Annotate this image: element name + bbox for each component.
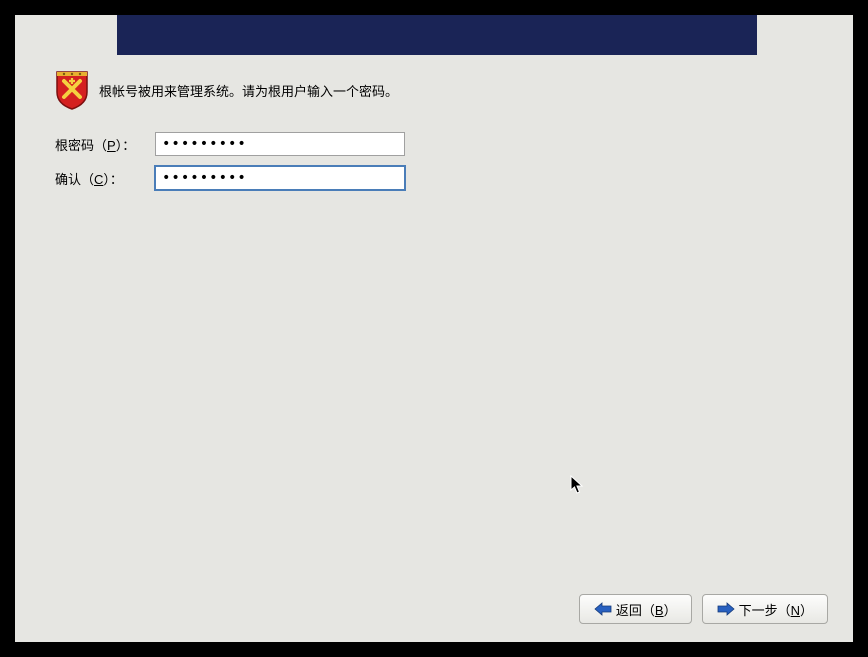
content-area: 根帐号被用来管理系统。请为根用户输入一个密码。 根密码（P）： 确认（C）： (55, 70, 813, 200)
password-label: 根密码（P）： (55, 135, 155, 154)
back-button[interactable]: 返回（B） (579, 594, 692, 624)
next-button[interactable]: 下一步（N） (702, 594, 828, 624)
installer-window: 根帐号被用来管理系统。请为根用户输入一个密码。 根密码（P）： 确认（C）： 返… (15, 15, 853, 642)
info-row: 根帐号被用来管理系统。请为根用户输入一个密码。 (55, 70, 813, 110)
confirm-password-input[interactable] (155, 166, 405, 190)
root-password-input[interactable] (155, 132, 405, 156)
arrow-right-icon (717, 602, 735, 616)
back-button-label: 返回（B） (616, 600, 677, 619)
arrow-left-icon (594, 602, 612, 616)
password-row: 根密码（P）： (55, 132, 813, 156)
info-text: 根帐号被用来管理系统。请为根用户输入一个密码。 (99, 81, 398, 100)
header-banner (117, 15, 757, 55)
next-button-label: 下一步（N） (739, 600, 813, 619)
footer-buttons: 返回（B） 下一步（N） (579, 594, 828, 624)
shield-icon (55, 70, 89, 110)
confirm-row: 确认（C）： (55, 166, 813, 190)
confirm-label: 确认（C）： (55, 169, 155, 188)
